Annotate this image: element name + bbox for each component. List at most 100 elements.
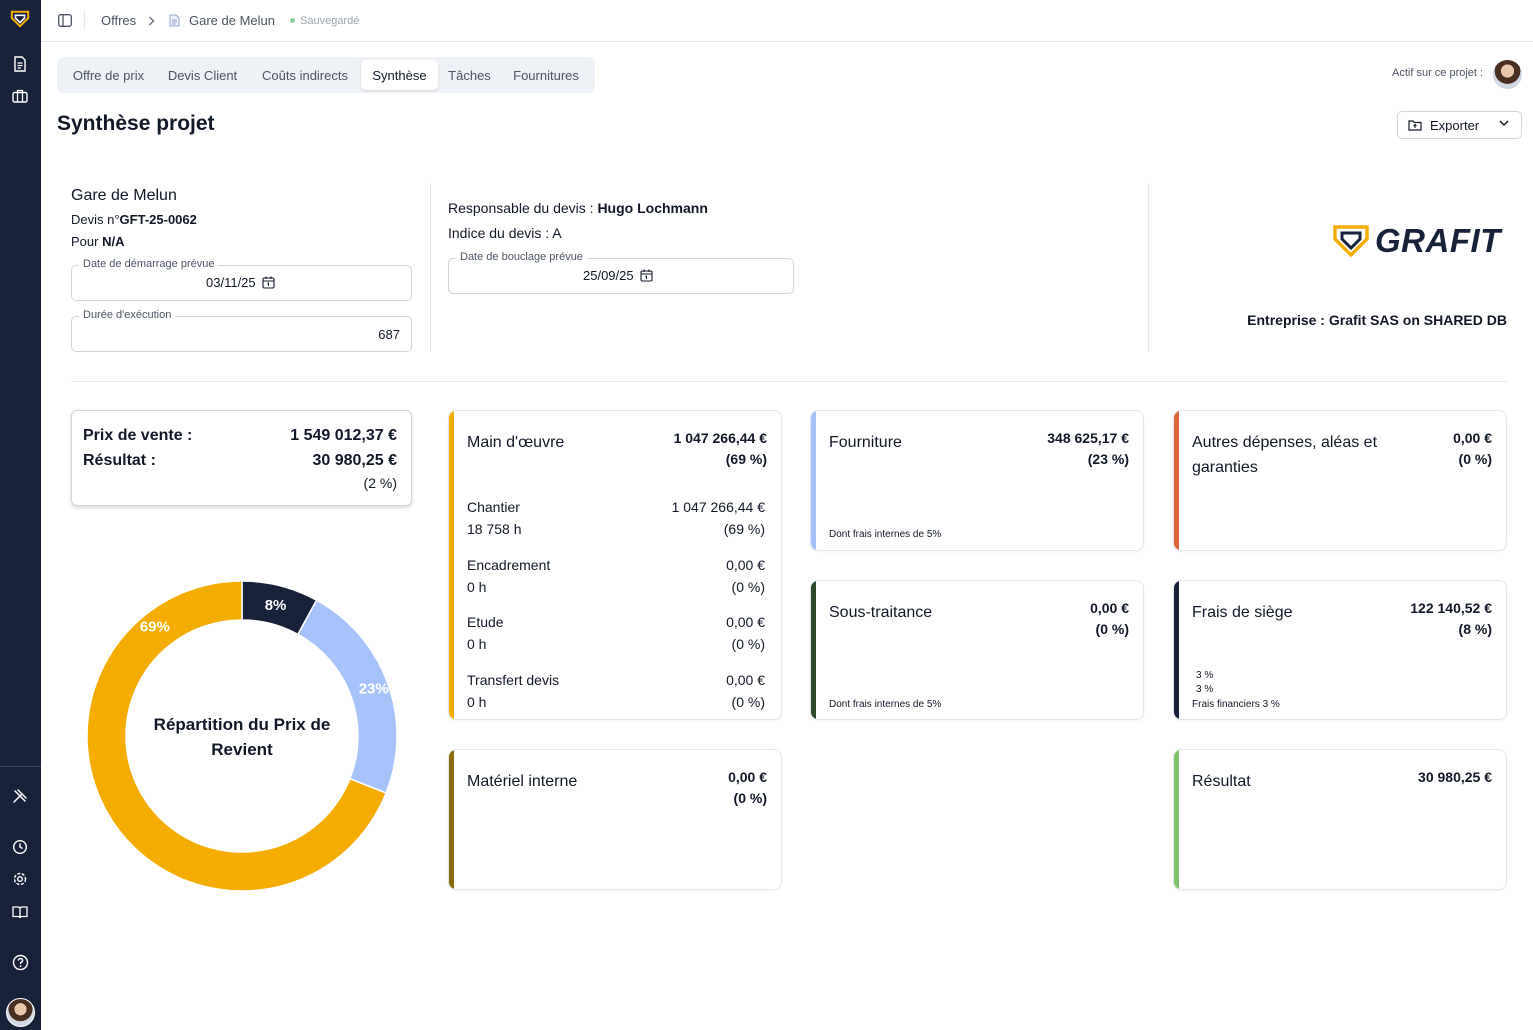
entreprise-line: Entreprise : Grafit SAS on SHARED DB bbox=[1247, 312, 1507, 328]
active-user-avatar[interactable] bbox=[1493, 60, 1522, 89]
row-hours: 18 758 h bbox=[467, 521, 522, 537]
breadcrumb-offres[interactable]: Offres bbox=[101, 0, 136, 41]
card-main-oeuvre: Main d'œuvre 1 047 266,44 € (69 %) Chanti… bbox=[448, 410, 782, 720]
duration-value: 687 bbox=[378, 327, 400, 342]
row-chantier-label: Chantier 18 758 h bbox=[467, 496, 522, 540]
row-etude-value: 0,00 € (0 %) bbox=[726, 611, 765, 655]
chevron-down-icon bbox=[1499, 120, 1509, 127]
calendar-icon[interactable] bbox=[640, 269, 653, 282]
grafit-logo-icon[interactable] bbox=[10, 9, 30, 29]
duration-field[interactable]: Durée d'exécution 687 bbox=[71, 309, 412, 352]
breadcrumb-chevron-icon bbox=[148, 0, 155, 41]
grafit-shield-icon bbox=[1333, 225, 1369, 258]
card-note-2: 3 % bbox=[1196, 684, 1214, 695]
card-pct: (69 %) bbox=[725, 451, 767, 467]
start-date-value: 03/11/25 bbox=[206, 275, 256, 290]
breadcrumb-file-icon bbox=[169, 0, 180, 41]
card-value-wrap: 1 047 266,44 € (69 %) bbox=[674, 428, 767, 470]
card-title: Résultat bbox=[1192, 773, 1251, 790]
resultat-value: 30 980,25 € bbox=[312, 452, 397, 469]
row-etude-label: Etude 0 h bbox=[467, 611, 504, 655]
card-value: 0,00 € bbox=[1090, 600, 1129, 616]
book-icon[interactable] bbox=[10, 902, 30, 922]
card-pct: (0 %) bbox=[733, 790, 767, 806]
settings-gear-icon[interactable] bbox=[10, 869, 30, 889]
active-users-label: Actif sur ce projet : bbox=[1392, 67, 1484, 79]
start-date-field[interactable]: Date de démarrage prévue 03/11/25 bbox=[71, 258, 412, 301]
card-fourniture: Fourniture 348 625,17 € (23 %) Dont frais… bbox=[810, 410, 1144, 551]
save-status-label: Sauvegardé bbox=[300, 14, 360, 27]
topbar-divider bbox=[84, 11, 85, 29]
company-logo: GRAFIT bbox=[1333, 222, 1501, 260]
donut-label-2: 69% bbox=[140, 618, 170, 635]
rail-separator bbox=[0, 766, 41, 767]
card-value-wrap: 0,00 € (0 %) bbox=[1090, 598, 1129, 640]
responsable-line: Responsable du devis : Hugo Lochmann bbox=[448, 200, 708, 216]
sidebar-toggle-icon[interactable] bbox=[58, 0, 72, 41]
card-accent-bar bbox=[811, 581, 816, 719]
export-button[interactable]: Exporter bbox=[1397, 111, 1522, 139]
tab-devis-client[interactable]: Devis Client bbox=[157, 60, 248, 90]
help-icon[interactable] bbox=[10, 952, 30, 972]
user-avatar[interactable] bbox=[6, 998, 35, 1027]
card-value-wrap: 348 625,17 € (23 %) bbox=[1047, 428, 1129, 470]
row-hours: 0 h bbox=[467, 579, 487, 595]
document-icon[interactable] bbox=[10, 54, 30, 74]
row-label: Encadrement bbox=[467, 557, 551, 573]
card-accent-bar bbox=[449, 411, 454, 719]
card-value-wrap: 0,00 € (0 %) bbox=[1453, 428, 1492, 470]
calendar-icon[interactable] bbox=[262, 276, 275, 289]
saved-dot-icon bbox=[290, 18, 295, 23]
company-logo-text: GRAFIT bbox=[1375, 222, 1501, 259]
indice-line: Indice du devis : A bbox=[448, 225, 562, 241]
card-title: Autres dépenses, aléas et garanties bbox=[1192, 430, 1377, 480]
card-value-wrap: 30 980,25 € bbox=[1418, 767, 1492, 788]
row-transfert-label: Transfert devis 0 h bbox=[467, 669, 559, 713]
responsable-name: Hugo Lochmann bbox=[597, 200, 708, 216]
row-pct: (0 %) bbox=[731, 579, 765, 595]
card-value-wrap: 0,00 € (0 %) bbox=[728, 767, 767, 809]
tab-bar: Offre de prix Devis Client Coûts indirec… bbox=[57, 57, 595, 93]
devis-number-line: Devis n°GFT-25-0062 bbox=[71, 212, 197, 227]
row-encadrement-label: Encadrement 0 h bbox=[467, 554, 550, 598]
card-accent-bar bbox=[1174, 750, 1179, 889]
card-frais-siege: Frais de siège 122 140,52 € (8 %) 3 % 3 %… bbox=[1173, 580, 1507, 720]
tab-fournitures[interactable]: Fournitures bbox=[501, 60, 591, 90]
card-value: 0,00 € bbox=[728, 769, 767, 785]
card-resultat: Résultat 30 980,25 € bbox=[1173, 749, 1507, 890]
export-label: Exporter bbox=[1430, 117, 1480, 133]
card-autres-depenses: Autres dépenses, aléas et garanties 0,00 … bbox=[1173, 410, 1507, 551]
pour-prefix: Pour bbox=[71, 234, 99, 249]
card-note: Dont frais internes de 5% bbox=[829, 699, 942, 710]
card-pct: (23 %) bbox=[1087, 451, 1129, 467]
export-folder-icon bbox=[1408, 119, 1422, 131]
card-accent-bar bbox=[1174, 581, 1179, 719]
row-value: 0,00 € bbox=[726, 557, 765, 573]
info-divider-1 bbox=[430, 183, 431, 352]
donut-label-1: 23% bbox=[359, 681, 389, 698]
briefcase-icon[interactable] bbox=[10, 86, 30, 106]
tools-icon[interactable] bbox=[10, 786, 30, 806]
card-title: Matériel interne bbox=[467, 773, 578, 790]
row-label: Chantier bbox=[467, 499, 520, 515]
end-date-field[interactable]: Date de bouclage prévue 25/09/25 bbox=[448, 251, 794, 294]
chart-title: Répartition du Prix de Revient bbox=[153, 715, 331, 759]
page-title: Synthèse projet bbox=[57, 112, 215, 135]
tab-offre-de-prix[interactable]: Offre de prix bbox=[61, 60, 156, 90]
history-icon[interactable] bbox=[10, 837, 30, 857]
tab-couts-indirects[interactable]: Coûts indirects bbox=[250, 60, 360, 90]
row-value: 1 047 266,44 € bbox=[671, 499, 765, 515]
card-title: Fourniture bbox=[829, 434, 902, 451]
card-title: Sous-traitance bbox=[829, 604, 933, 621]
end-date-value-wrap: 25/09/25 bbox=[583, 268, 653, 283]
prix-vente-label: Prix de vente : bbox=[83, 427, 193, 444]
row-value: 0,00 € bbox=[726, 614, 765, 630]
row-chantier-value: 1 047 266,44 € (69 %) bbox=[672, 496, 765, 540]
card-value: 348 625,17 € bbox=[1047, 430, 1129, 446]
row-value: 0,00 € bbox=[726, 672, 765, 688]
tab-taches[interactable]: Tâches bbox=[440, 60, 499, 90]
section-divider bbox=[71, 381, 1507, 382]
top-bar: Offres Gare de Melun Sauvegardé bbox=[41, 0, 1533, 42]
breadcrumb-current[interactable]: Gare de Melun bbox=[189, 0, 275, 41]
tab-synthese[interactable]: Synthèse bbox=[361, 60, 438, 90]
